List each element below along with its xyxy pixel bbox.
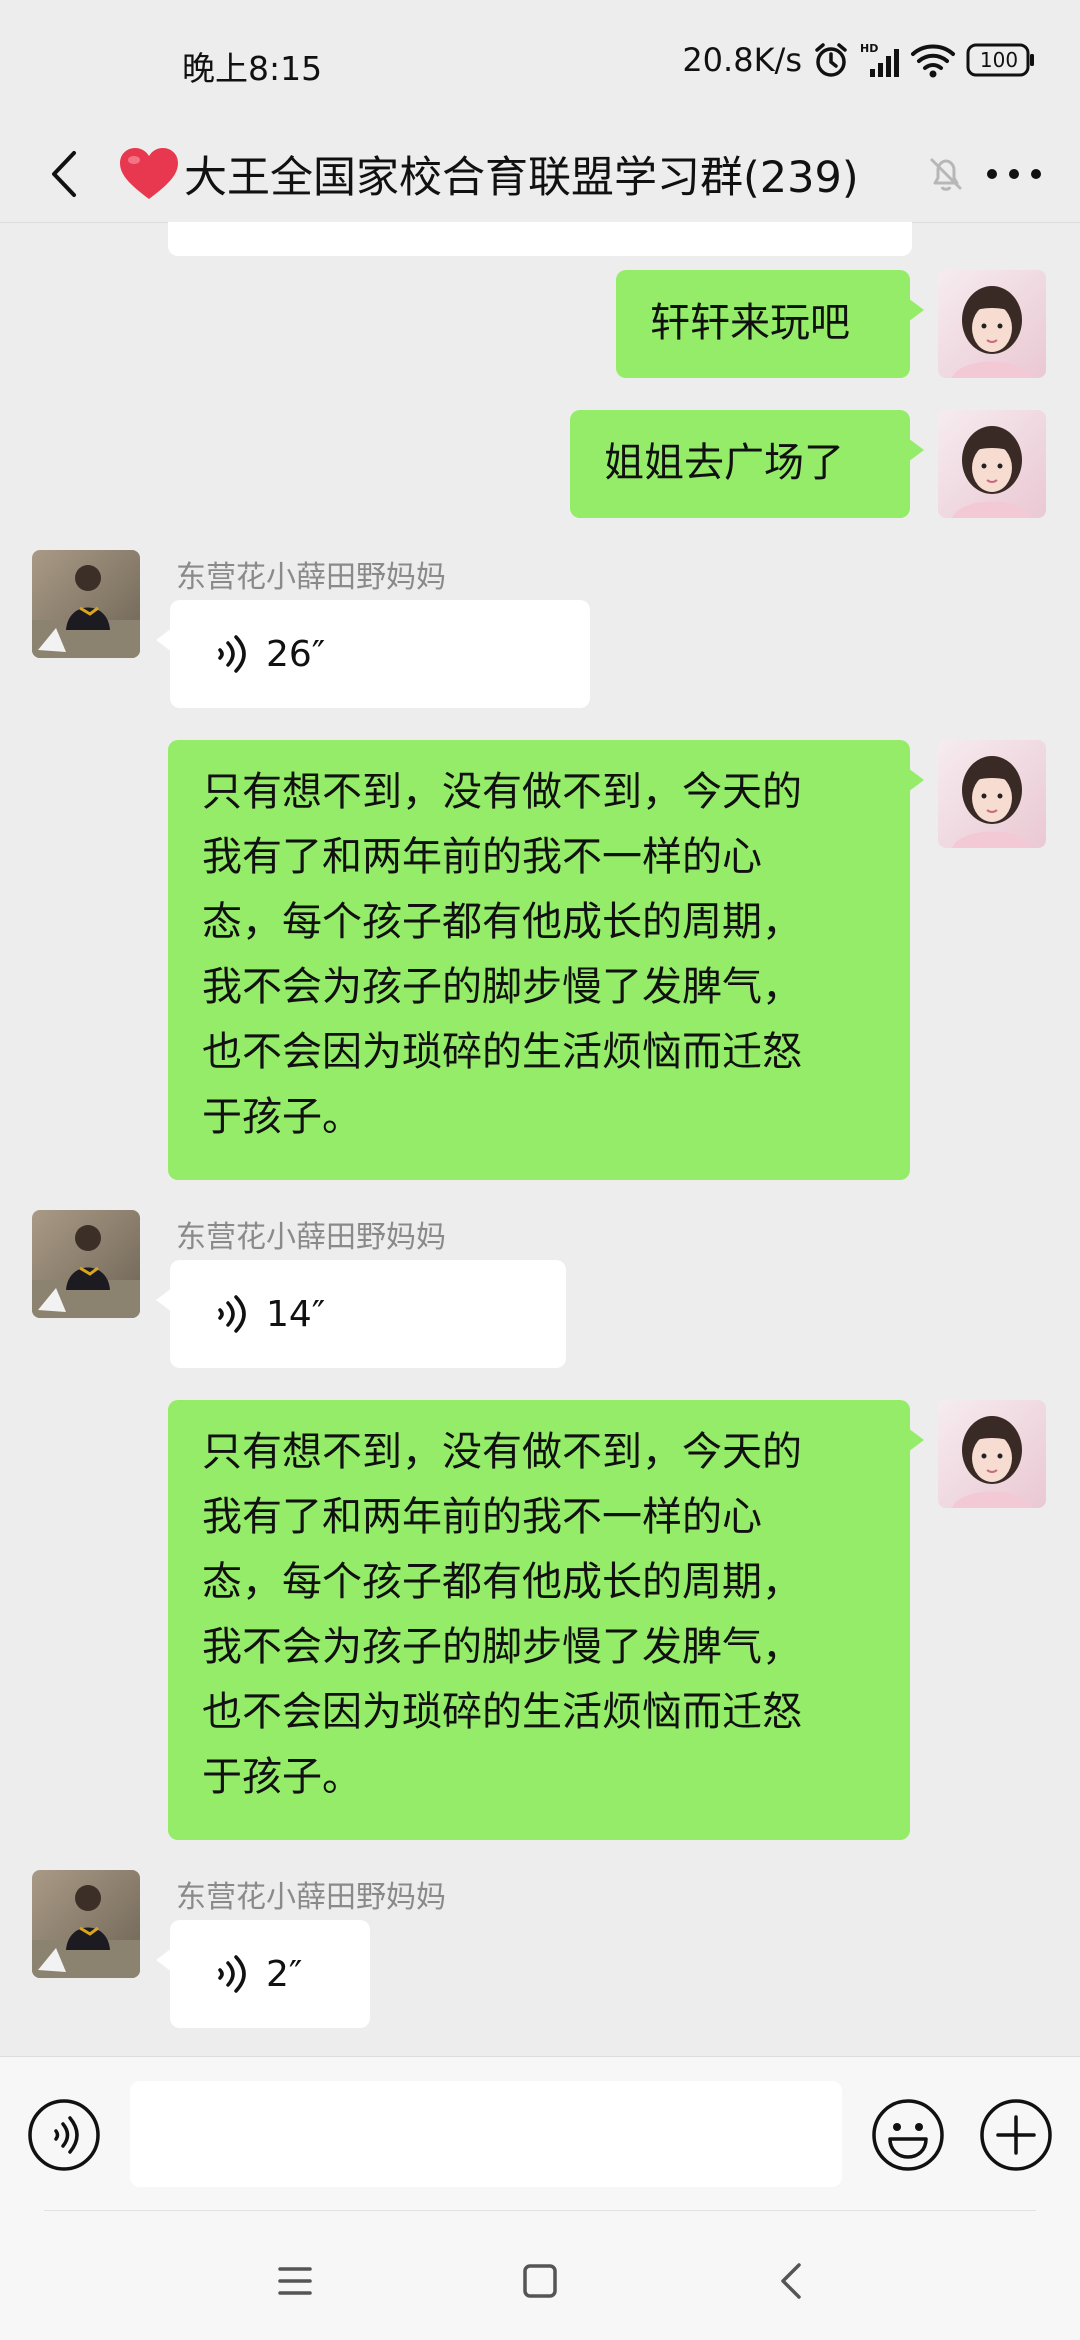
battery-icon: 100 bbox=[966, 42, 1036, 78]
nav-divider bbox=[44, 2210, 1036, 2211]
emoji-icon bbox=[872, 2099, 944, 2171]
message-text: 轩轩来玩吧 bbox=[650, 300, 850, 346]
message-bubble-self[interactable]: 只有想不到，没有做不到，今天的 我有了和两年前的我不一样的心 态，每个孩子都有他… bbox=[168, 1400, 924, 1840]
sender-name: 东营花小薛田野妈妈 bbox=[176, 1220, 446, 1255]
voice-play-icon bbox=[218, 1295, 246, 1333]
message-line: 我有了和两年前的我不一样的心 bbox=[202, 834, 762, 880]
menu-button[interactable] bbox=[260, 2246, 330, 2316]
voice-play-icon bbox=[218, 635, 246, 673]
chat-message-list[interactable]: 轩轩来玩吧 姐姐去广场了 东营花小薛田野妈妈 26″ 只有想不到，没有做不到，今… bbox=[0, 222, 1080, 2056]
heart-icon bbox=[118, 146, 180, 202]
voice-message-bubble[interactable]: 26″ bbox=[156, 600, 590, 708]
message-line: 态，每个孩子都有他成长的周期， bbox=[202, 899, 802, 945]
message-text: 姐姐去广场了 bbox=[604, 440, 844, 486]
message-bubble-self[interactable]: 轩轩来玩吧 bbox=[616, 270, 924, 378]
message-line: 于孩子。 bbox=[202, 1094, 362, 1140]
message-line: 也不会因为琐碎的生活烦恼而迁怒 bbox=[202, 1689, 802, 1735]
message-line: 也不会因为琐碎的生活烦恼而迁怒 bbox=[202, 1029, 802, 1075]
voice-message-content: 2″ bbox=[214, 1920, 302, 2028]
message-line: 我有了和两年前的我不一样的心 bbox=[202, 1494, 762, 1540]
system-back-button[interactable] bbox=[756, 2246, 826, 2316]
status-time: 晚上8:15 bbox=[182, 49, 323, 88]
voice-mode-button[interactable] bbox=[26, 2097, 102, 2173]
self-avatar[interactable] bbox=[938, 740, 1046, 848]
message-line: 只有想不到，没有做不到，今天的 bbox=[202, 1429, 802, 1475]
back-arrow-icon bbox=[52, 151, 76, 197]
message-line: 只有想不到，没有做不到，今天的 bbox=[202, 769, 802, 815]
voice-duration: 14″ bbox=[266, 1293, 326, 1335]
voice-message-bubble[interactable]: 2″ bbox=[156, 1920, 370, 2028]
plus-icon bbox=[980, 2099, 1052, 2171]
back-icon bbox=[781, 2263, 801, 2299]
message-line: 于孩子。 bbox=[202, 1754, 362, 1800]
home-icon bbox=[523, 2264, 557, 2298]
voice-play-icon bbox=[218, 1955, 246, 1993]
input-bar bbox=[0, 2056, 1080, 2210]
more-functions-button[interactable] bbox=[976, 2095, 1056, 2175]
more-icon bbox=[987, 169, 1041, 179]
muted-bell-icon bbox=[918, 138, 974, 210]
message-line: 我不会为孩子的脚步慢了发脾气， bbox=[202, 1624, 802, 1670]
voice-duration: 26″ bbox=[266, 633, 326, 675]
message-input[interactable] bbox=[130, 2081, 842, 2187]
sender-avatar[interactable] bbox=[32, 550, 140, 658]
hd-signal-icon: HD bbox=[860, 41, 900, 79]
voice-message-content: 14″ bbox=[214, 1260, 325, 1368]
chat-title-wrap[interactable]: 大王全国家校合育联盟学习群(239) bbox=[118, 126, 859, 222]
sender-avatar[interactable] bbox=[32, 1870, 140, 1978]
system-nav-bar bbox=[0, 2210, 1080, 2340]
self-avatar[interactable] bbox=[938, 1400, 1046, 1508]
emoji-button[interactable] bbox=[868, 2095, 948, 2175]
menu-icon bbox=[278, 2267, 312, 2295]
sender-name: 东营花小薛田野妈妈 bbox=[176, 560, 446, 595]
self-avatar[interactable] bbox=[938, 270, 1046, 378]
alarm-icon bbox=[812, 41, 850, 79]
status-right: 20.8K/s HD 100 bbox=[682, 38, 1036, 82]
battery-level: 100 bbox=[979, 48, 1019, 72]
chat-title: 大王全国家校合育联盟学习群(239) bbox=[184, 153, 859, 203]
status-bar: 晚上8:15 20.8K/s HD 100 bbox=[0, 0, 1080, 126]
message-bubble-self[interactable]: 只有想不到，没有做不到，今天的 我有了和两年前的我不一样的心 态，每个孩子都有他… bbox=[168, 740, 924, 1180]
voice-mode-icon bbox=[28, 2099, 100, 2171]
message-bubble-self[interactable]: 姐姐去广场了 bbox=[570, 410, 924, 518]
chat-header: 大王全国家校合育联盟学习群(239) bbox=[0, 126, 1080, 222]
voice-message-content: 26″ bbox=[214, 600, 325, 708]
message-line: 态，每个孩子都有他成长的周期， bbox=[202, 1559, 802, 1605]
voice-duration: 2″ bbox=[266, 1953, 303, 1995]
more-button[interactable] bbox=[974, 138, 1054, 210]
message-line: 我不会为孩子的脚步慢了发脾气， bbox=[202, 964, 802, 1010]
network-speed: 20.8K/s bbox=[682, 41, 802, 79]
wifi-icon bbox=[910, 41, 956, 79]
self-avatar[interactable] bbox=[938, 410, 1046, 518]
partial-message-bubble[interactable] bbox=[168, 222, 912, 256]
voice-message-bubble[interactable]: 14″ bbox=[156, 1260, 566, 1368]
back-button[interactable] bbox=[30, 136, 100, 212]
home-button[interactable] bbox=[505, 2246, 575, 2316]
sender-avatar[interactable] bbox=[32, 1210, 140, 1318]
sender-name: 东营花小薛田野妈妈 bbox=[176, 1880, 446, 1915]
svg-text:HD: HD bbox=[860, 42, 878, 55]
